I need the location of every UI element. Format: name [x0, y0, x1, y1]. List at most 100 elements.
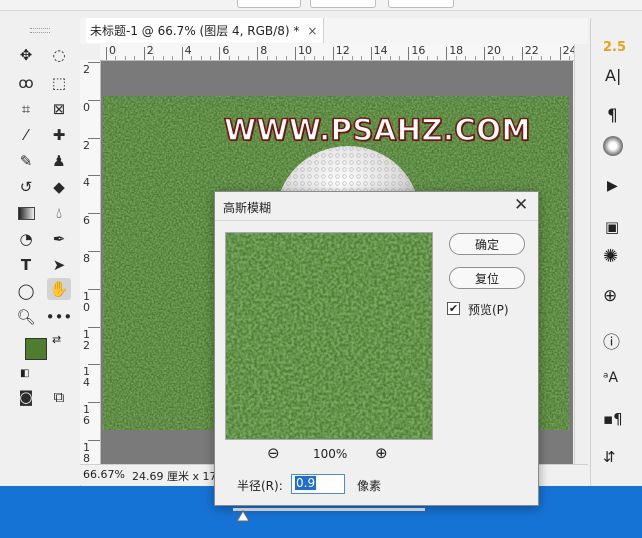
ruler-minor-tick [361, 56, 363, 60]
ruler-minor-tick [238, 56, 240, 60]
ruler-tick-label: 2 [83, 63, 90, 76]
tools-panel: ✥ ◌ ꝏ ⬚ ⌗ ⊠ ⁄ ✚ ✎ ♟ ↺ ◆ 💧︎ ◔ ✒ T ➤ ◯ ✋ 🔍… [0, 18, 81, 486]
gradient-tool-icon[interactable] [14, 202, 38, 224]
ruler-minor-tick [398, 56, 400, 60]
eraser-tool-icon[interactable]: ◆ [47, 176, 71, 198]
more-tools-icon[interactable]: ••• [46, 306, 73, 328]
ruler-tick-label: 18 [83, 441, 90, 464]
healing-brush-tool-icon[interactable]: ✚ [47, 124, 71, 146]
character-panel-icon[interactable]: A| [605, 66, 621, 85]
ruler-minor-tick [134, 56, 136, 60]
dialog-title: 高斯模糊 [223, 201, 272, 215]
ruler-tick [521, 47, 523, 60]
hand-tool-icon[interactable]: ✋ [47, 278, 71, 300]
ruler-origin[interactable] [80, 44, 101, 61]
document-tab[interactable]: 未标题-1 @ 66.7% (图层 4, RGB/8) * × [86, 18, 325, 43]
preview-checkbox[interactable]: ✔ [447, 302, 460, 315]
move-tool-icon[interactable]: ✥ [14, 44, 38, 66]
radius-slider-track[interactable] [233, 508, 425, 511]
ruler-minor-tick [512, 56, 514, 60]
ruler-minor-tick [427, 56, 429, 60]
quick-mask-icon[interactable]: ◙ [14, 386, 38, 408]
ruler-minor-tick [380, 56, 382, 60]
close-dialog-icon[interactable]: ✕ [514, 195, 528, 215]
panel-grip[interactable] [30, 28, 50, 33]
ruler-tick-label: 14 [83, 365, 90, 390]
brush-tool-icon[interactable]: ✎ [14, 150, 38, 172]
radius-slider-thumb[interactable] [235, 510, 250, 522]
pen-tool-icon[interactable]: ✒ [47, 228, 71, 250]
ruler-minor-tick [209, 56, 211, 60]
ruler-minor-tick [304, 56, 306, 60]
ruler-minor-tick [455, 56, 457, 60]
ruler-tick-label: 6 [83, 214, 90, 228]
radius-unit: 像素 [357, 479, 382, 493]
paragraph-panel-icon[interactable]: ¶ [607, 106, 618, 126]
lasso-tool-icon[interactable]: ꝏ [14, 72, 38, 94]
dodge-tool-icon[interactable]: ◔ [14, 228, 38, 250]
reset-button[interactable]: 复位 [449, 267, 525, 289]
ruler-minor-tick [191, 56, 193, 60]
ruler-tick [181, 47, 183, 60]
ruler-tick [219, 47, 221, 60]
eyedropper-tool-icon[interactable]: ⁄ [14, 124, 38, 146]
options-button[interactable] [388, 0, 454, 8]
ruler-minor-tick [285, 56, 287, 60]
adjustment-panel-icon[interactable] [603, 136, 623, 156]
title-divider [215, 220, 538, 221]
ruler-tick [88, 251, 100, 252]
history-brush-tool-icon[interactable]: ↺ [14, 176, 38, 198]
object-select-tool-icon[interactable]: ⬚ [47, 72, 71, 94]
ruler-tick [88, 402, 100, 404]
ok-button[interactable]: 确定 [449, 233, 525, 255]
close-tab-icon[interactable]: × [307, 24, 317, 38]
zoom-level[interactable]: 66.67% [83, 468, 125, 481]
radius-input[interactable]: 0.9 [291, 474, 345, 494]
blur-preview[interactable] [225, 232, 433, 440]
ruler-tick-label: 16 [83, 403, 90, 428]
horizontal-ruler[interactable]: 024681012141618202224 [100, 44, 574, 61]
character-styles-icon[interactable]: ᵃA [603, 370, 618, 386]
ruler-minor-tick [342, 56, 344, 60]
crop-tool-icon[interactable]: ⌗ [14, 98, 38, 120]
brush-settings-icon[interactable]: ✺ [603, 246, 618, 267]
paths-panel-icon[interactable]: ⊕ [603, 286, 617, 306]
screen-mode-icon[interactable]: ⧉ [47, 386, 71, 408]
history-panel-icon[interactable]: ⇵ [603, 448, 616, 466]
glyphs-panel-icon[interactable]: ▣ [605, 218, 619, 236]
info-panel-icon[interactable]: ⓘ [603, 328, 620, 353]
ruler-tick [295, 47, 296, 60]
foreground-color-swatch[interactable] [25, 338, 47, 360]
ruler-minor-tick [266, 56, 268, 60]
ruler-minor-tick [436, 56, 438, 60]
blur-tool-icon[interactable]: 💧︎ [47, 202, 71, 224]
path-select-tool-icon[interactable]: ➤ [47, 254, 71, 276]
zoom-out-icon[interactable]: ⊖ [267, 444, 280, 462]
vertical-ruler[interactable]: 2 0 2 4 6 8 10 12 14 16 18 [80, 60, 101, 464]
character-size-value[interactable]: 2.5 [603, 40, 626, 55]
ruler-minor-tick [502, 56, 504, 60]
zoom-in-icon[interactable]: ⊕ [375, 444, 388, 462]
ruler-tick [88, 288, 100, 290]
swap-colors-icon[interactable]: ⇄ [52, 333, 61, 346]
marquee-tool-icon[interactable]: ◌ [47, 44, 71, 66]
ruler-minor-tick [162, 56, 164, 60]
options-button[interactable] [310, 0, 376, 8]
default-colors-icon[interactable]: ◧ [20, 368, 29, 379]
ruler-tick [88, 99, 100, 101]
ruler-tick [370, 47, 372, 60]
document-size: 24.69 厘米 x 17. [132, 470, 220, 483]
options-field[interactable] [237, 0, 301, 8]
vertical-scrollbar[interactable] [574, 44, 589, 464]
ruler-minor-tick [276, 56, 278, 60]
actions-play-icon[interactable]: ▶ [607, 178, 618, 194]
clone-stamp-tool-icon[interactable]: ♟ [47, 150, 71, 172]
ruler-tick [88, 364, 100, 366]
paragraph-styles-icon[interactable]: ▪¶ [603, 410, 623, 428]
frame-tool-icon[interactable]: ⊠ [47, 98, 71, 120]
ellipse-tool-icon[interactable]: ◯ [14, 280, 38, 302]
ruler-minor-tick [153, 56, 155, 60]
type-tool-icon[interactable]: T [14, 254, 38, 276]
zoom-tool-icon[interactable]: 🔍︎ [14, 306, 38, 328]
ruler-minor-tick [474, 56, 476, 60]
